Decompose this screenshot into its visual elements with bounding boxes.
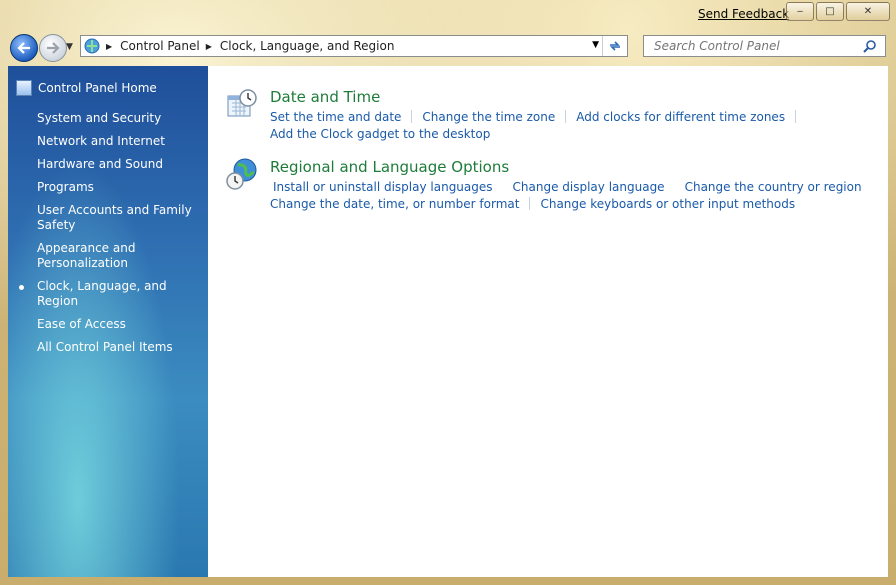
- change-country-region-link[interactable]: Change the country or region: [685, 180, 862, 194]
- sidebar-item-clock-language-region[interactable]: Clock, Language, and Region: [19, 279, 207, 309]
- link-row: Add the Clock gadget to the desktop: [270, 125, 870, 142]
- sidebar: Control Panel Home System and Security N…: [8, 66, 208, 577]
- regional-language-title[interactable]: Regional and Language Options: [270, 158, 509, 176]
- link-divider: [795, 110, 797, 123]
- set-time-date-link[interactable]: Set the time and date: [270, 110, 401, 124]
- link-divider: [565, 110, 567, 123]
- category-list: System and Security Network and Internet…: [19, 111, 207, 363]
- control-panel-icon: [84, 38, 100, 54]
- globe-clock-icon[interactable]: [226, 158, 258, 190]
- refresh-button[interactable]: [602, 36, 627, 56]
- change-time-zone-link[interactable]: Change the time zone: [422, 110, 555, 124]
- breadcrumb-separator[interactable]: ▶: [106, 42, 112, 51]
- date-time-title[interactable]: Date and Time: [270, 88, 380, 106]
- send-feedback-link[interactable]: Send Feedback: [698, 7, 789, 21]
- arrow-right-icon: [47, 42, 60, 54]
- change-date-format-link[interactable]: Change the date, time, or number format: [270, 197, 519, 211]
- search-input[interactable]: [652, 38, 866, 54]
- sidebar-item-system-security[interactable]: System and Security: [37, 111, 207, 126]
- control-panel-home-link[interactable]: Control Panel Home: [16, 80, 157, 96]
- forward-button[interactable]: [39, 34, 67, 62]
- address-bar[interactable]: ▶ Control Panel ▶ Clock, Language, and R…: [80, 35, 628, 57]
- caption-buttons: ‒ □ ✕: [786, 2, 890, 21]
- recent-pages-dropdown[interactable]: ▼: [66, 42, 73, 52]
- date-time-links: Set the time and date Change the time zo…: [270, 108, 870, 142]
- address-dropdown-icon[interactable]: ▼: [592, 40, 599, 50]
- refresh-icon: [610, 41, 620, 51]
- link-row: Change the date, time, or number format …: [270, 195, 870, 212]
- change-display-language-link[interactable]: Change display language: [513, 180, 665, 194]
- sidebar-item-programs[interactable]: Programs: [37, 180, 207, 195]
- sidebar-item-appearance[interactable]: Appearance and Personalization: [37, 241, 207, 271]
- breadcrumb-separator[interactable]: ▶: [206, 42, 212, 51]
- calendar-clock-icon[interactable]: [226, 88, 258, 120]
- main-content: Date and Time Set the time and date Chan…: [208, 66, 888, 577]
- control-panel-home-label: Control Panel Home: [38, 81, 157, 95]
- link-divider: [411, 110, 413, 123]
- change-keyboards-link[interactable]: Change keyboards or other input methods: [540, 197, 795, 211]
- add-clocks-link[interactable]: Add clocks for different time zones: [576, 110, 785, 124]
- link-row: Install or uninstall display languages C…: [270, 178, 870, 195]
- sidebar-item-hardware-sound[interactable]: Hardware and Sound: [37, 157, 207, 172]
- search-icon[interactable]: [863, 39, 877, 53]
- sidebar-item-network-internet[interactable]: Network and Internet: [37, 134, 207, 149]
- maximize-button[interactable]: □: [816, 2, 844, 21]
- minimize-button[interactable]: ‒: [786, 2, 814, 21]
- close-button[interactable]: ✕: [846, 2, 890, 21]
- add-clock-gadget-link[interactable]: Add the Clock gadget to the desktop: [270, 127, 490, 141]
- control-panel-window: Send Feedback ‒ □ ✕ ▼ ▶ Control Panel ▶ …: [0, 0, 896, 585]
- link-divider: [529, 197, 531, 210]
- sidebar-item-all-items[interactable]: All Control Panel Items: [37, 340, 207, 355]
- search-box[interactable]: [643, 35, 886, 57]
- install-languages-link[interactable]: Install or uninstall display languages: [273, 180, 493, 194]
- sidebar-item-user-accounts[interactable]: User Accounts and Family Safety: [37, 203, 207, 233]
- sidebar-item-ease-of-access[interactable]: Ease of Access: [37, 317, 207, 332]
- link-row: Set the time and date Change the time zo…: [270, 108, 870, 125]
- back-button[interactable]: [10, 34, 38, 62]
- arrow-left-icon: [17, 42, 30, 54]
- breadcrumb-clock-language-region[interactable]: Clock, Language, and Region: [220, 39, 395, 53]
- control-panel-home-icon: [16, 80, 32, 96]
- regional-language-links: Install or uninstall display languages C…: [270, 178, 870, 212]
- breadcrumb-control-panel[interactable]: Control Panel: [120, 39, 200, 53]
